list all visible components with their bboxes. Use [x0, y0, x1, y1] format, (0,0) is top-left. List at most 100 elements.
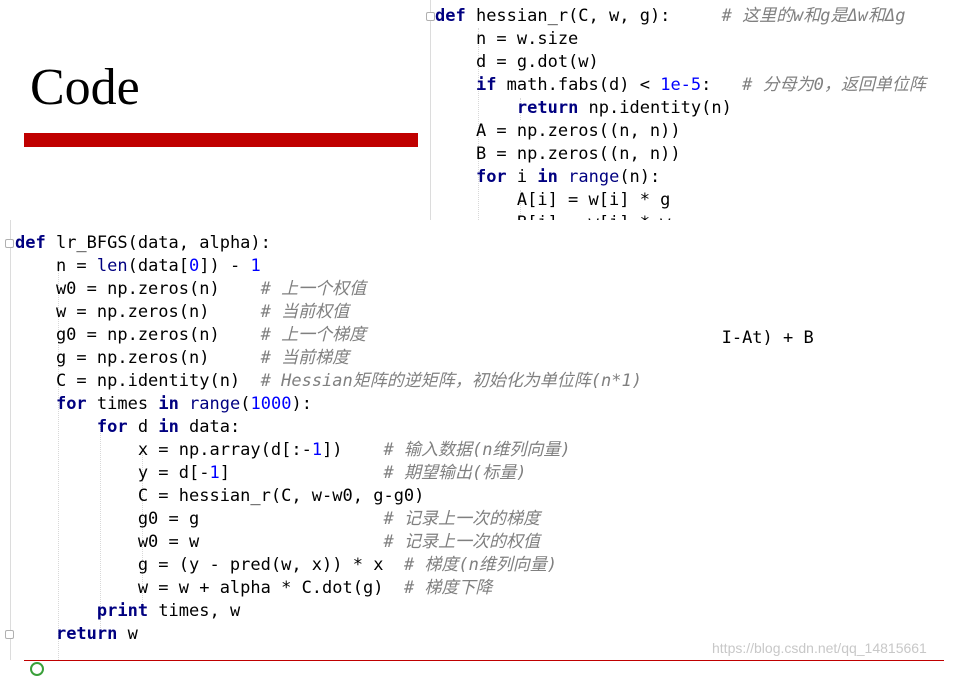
code-token: n = [15, 256, 97, 276]
title-underline-bar [24, 133, 418, 147]
code-token: return [55, 624, 118, 644]
code-comment: # 这里的w和g是Δw和Δg [721, 6, 906, 26]
code-line[interactable]: x = np.array(d[:-1]) # 输入数据(n维列向量) [15, 439, 571, 462]
code-token: if [475, 75, 497, 95]
code-token: for [475, 167, 507, 187]
code-token: times [86, 394, 159, 414]
code-token: ]) [322, 440, 384, 460]
code-token: len [96, 256, 128, 276]
code-token: x = np.array(d[:- [15, 440, 312, 460]
code-line[interactable]: y = d[-1] # 期望输出(标量) [15, 462, 527, 485]
code-comment: # 上一个权值 [260, 279, 367, 299]
code-token: return [516, 98, 579, 118]
code-line[interactable]: return w [15, 623, 138, 646]
code-token: g0 = np.zeros(n) [15, 325, 261, 345]
fold-icon[interactable] [5, 630, 14, 639]
code-token: for [55, 394, 87, 414]
code-line[interactable]: for times in range(1000): [15, 393, 312, 416]
code-token: 1 [209, 463, 220, 483]
code-line[interactable]: n = len(data[0]) - 1 [15, 255, 261, 278]
code-comment: # 梯度下降 [403, 578, 493, 598]
code-line[interactable]: n = w.size [435, 28, 578, 51]
code-line[interactable]: A = np.zeros((n, n)) [435, 120, 681, 143]
code-line[interactable]: def lr_BFGS(data, alpha): [15, 232, 271, 255]
code-token: in [537, 167, 558, 187]
fold-icon[interactable] [426, 12, 435, 21]
code-line[interactable]: w0 = np.zeros(n) # 上一个权值 [15, 278, 366, 301]
code-token: data: [178, 417, 241, 437]
code-token: ] [219, 463, 384, 483]
code-token: g0 = g [15, 509, 384, 529]
code-line[interactable]: w = np.zeros(n) # 当前权值 [15, 301, 349, 324]
code-token: A[i] = w[i] * g [435, 190, 671, 210]
code-comment: # Hessian矩阵的逆矩阵，初始化为单位阵(n*1) [260, 371, 642, 391]
code-token: 1 [250, 256, 261, 276]
code-line[interactable]: def hessian_r(C, w, g): # 这里的w和g是Δw和Δg [435, 5, 905, 28]
code-line[interactable]: g0 = g # 记录上一次的梯度 [15, 508, 540, 531]
code-line[interactable]: w0 = w # 记录上一次的权值 [15, 531, 540, 554]
code-line[interactable]: if math.fabs(d) < 1e-5: # 分母为0，返回单位阵 [435, 74, 926, 97]
code-token: def [435, 6, 466, 26]
code-token: w [117, 624, 138, 644]
code-line[interactable]: w = w + alpha * C.dot(g) # 梯度下降 [15, 577, 493, 600]
code-token: B = np.zeros((n, n)) [435, 144, 681, 164]
code-comment: # 当前权值 [260, 302, 350, 322]
code-line[interactable]: A[i] = w[i] * g [435, 189, 671, 212]
code-token: math.fabs(d) < [496, 75, 661, 95]
code-comment: # 期望输出(标量) [383, 463, 527, 483]
bottom-divider [24, 660, 944, 661]
fold-icon[interactable] [5, 239, 14, 248]
code-line[interactable]: for d in data: [15, 416, 240, 439]
slide-title: Code [30, 59, 140, 116]
code-comment: # 记录上一次的权值 [383, 532, 540, 552]
code-token: y = d[- [15, 463, 210, 483]
code-token: A = np.zeros((n, n)) [435, 121, 681, 141]
code-comment: # 梯度(n维列向量) [403, 555, 558, 575]
status-circle-icon [30, 662, 44, 676]
code-token: (data[ [127, 256, 190, 276]
code-comment: # 当前梯度 [260, 348, 350, 368]
code-line[interactable]: for i in range(n): [435, 166, 660, 189]
code-token: : [701, 75, 743, 95]
code-token: for [96, 417, 128, 437]
code-line[interactable]: g = np.zeros(n) # 当前梯度 [15, 347, 349, 370]
code-token: 1000 [250, 394, 292, 414]
code-line[interactable]: C = np.identity(n) # Hessian矩阵的逆矩阵，初始化为单… [15, 370, 642, 393]
bfgs-code-panel: def lr_BFGS(data, alpha): n = len(data[0… [0, 220, 720, 660]
watermark: https://blog.csdn.net/qq_14815661 [712, 640, 927, 656]
code-token: d = g.dot(w) [435, 52, 599, 72]
code-token: in [158, 394, 179, 414]
code-line[interactable]: B = np.zeros((n, n)) [435, 143, 681, 166]
code-token: n = w.size [435, 29, 579, 49]
code-token: 1 [311, 440, 323, 460]
code-token: print [96, 601, 149, 621]
code-line[interactable]: d = g.dot(w) [435, 51, 599, 74]
code-token: 0 [189, 256, 200, 276]
code-token: g = np.zeros(n) [15, 348, 261, 368]
code-token: 1e-5 [660, 75, 702, 95]
code-line[interactable]: g0 = np.zeros(n) # 上一个梯度 [15, 324, 366, 347]
code-token: ( [240, 394, 251, 414]
code-line[interactable]: C = hessian_r(C, w-w0, g-g0) [15, 485, 425, 508]
code-line[interactable]: return np.identity(n) [435, 97, 732, 120]
code-token: hessian_r(C, w, g): [465, 6, 722, 26]
code-token: np.identity(n) [578, 98, 732, 118]
code-token: C = np.identity(n) [15, 371, 261, 391]
code-token: w = np.zeros(n) [15, 302, 261, 322]
code-comment: # 上一个梯度 [260, 325, 367, 345]
code-token: g = (y - pred(w, x)) * x [15, 555, 404, 575]
code-line[interactable]: g = (y - pred(w, x)) * x # 梯度(n维列向量) [15, 554, 557, 577]
code-line[interactable]: print times, w [15, 600, 240, 623]
code-token: i [506, 167, 538, 187]
code-token: in [158, 417, 179, 437]
code-token: range [189, 394, 241, 414]
code-token: w0 = np.zeros(n) [15, 279, 261, 299]
code-comment: # 输入数据(n维列向量) [383, 440, 571, 460]
